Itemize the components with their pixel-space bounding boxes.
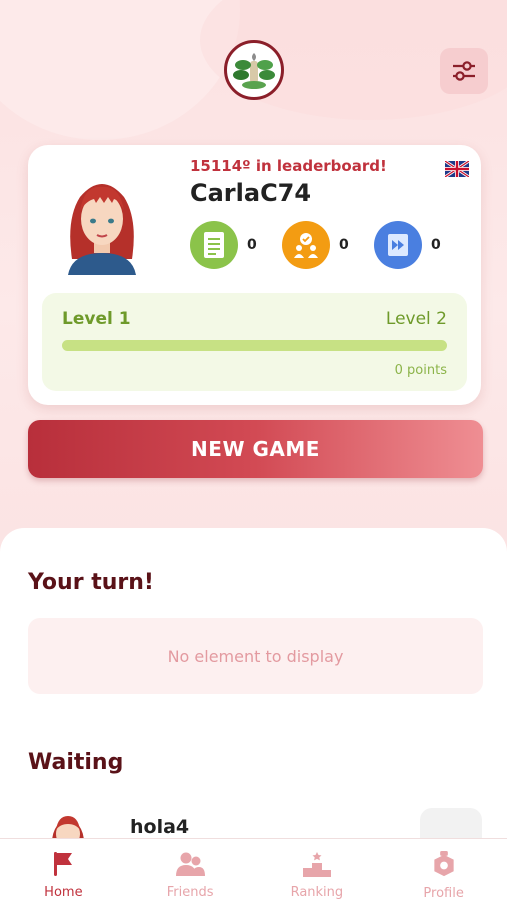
leaderboard-rank: 15114º in leaderboard! (190, 157, 387, 175)
level-points: 0 points (394, 363, 447, 378)
stat-value: 0 (431, 237, 441, 253)
stat-value: 0 (339, 237, 349, 253)
stat-value: 0 (247, 237, 257, 253)
tab-home[interactable]: Home (0, 839, 127, 901)
sliders-icon (453, 61, 475, 81)
trophy-people-icon (282, 221, 330, 269)
bottom-tab-bar: Home Friends Ranking Profile (0, 838, 507, 901)
stat-achievements[interactable]: 0 (282, 221, 349, 269)
next-level: Level 2 (385, 309, 447, 329)
fast-forward-icon (374, 221, 422, 269)
your-turn-empty-state: No element to display (28, 618, 483, 694)
flag-icon (54, 852, 73, 876)
podium-icon (302, 852, 331, 877)
logo-icon (233, 53, 275, 89)
current-level: Level 1 (62, 309, 131, 329)
level-progress-panel: Level 1 Level 2 0 points (42, 293, 467, 391)
new-game-button[interactable]: NEW GAME (28, 420, 483, 478)
waiting-title: Waiting (28, 750, 124, 775)
avatar[interactable] (62, 171, 142, 275)
tab-label: Profile (423, 886, 464, 901)
tab-label: Home (44, 885, 83, 900)
tab-profile[interactable]: Profile (380, 839, 507, 901)
medicinal-plant-logo (224, 40, 284, 100)
tab-label: Friends (166, 885, 214, 900)
uk-flag-icon[interactable] (444, 159, 470, 179)
stat-quizzes[interactable]: 0 (190, 221, 257, 269)
profile-card: 15114º in leaderboard! CarlaC74 0 0 0 Le… (28, 145, 481, 405)
avatar-image (68, 184, 136, 275)
your-turn-title: Your turn! (28, 570, 154, 595)
users-icon (176, 852, 206, 876)
username: CarlaC74 (190, 179, 312, 207)
level-progress-bar (62, 340, 447, 351)
uk-flag-graphic (444, 159, 470, 179)
tab-friends[interactable]: Friends (127, 839, 254, 901)
tab-label: Ranking (290, 885, 344, 900)
stat-skips[interactable]: 0 (374, 221, 441, 269)
opponent-name: hola4 (130, 816, 190, 838)
profile-badge-icon (433, 851, 454, 877)
quiz-sheet-icon (190, 221, 238, 269)
tab-ranking[interactable]: Ranking (254, 839, 381, 901)
settings-button[interactable] (440, 48, 488, 94)
